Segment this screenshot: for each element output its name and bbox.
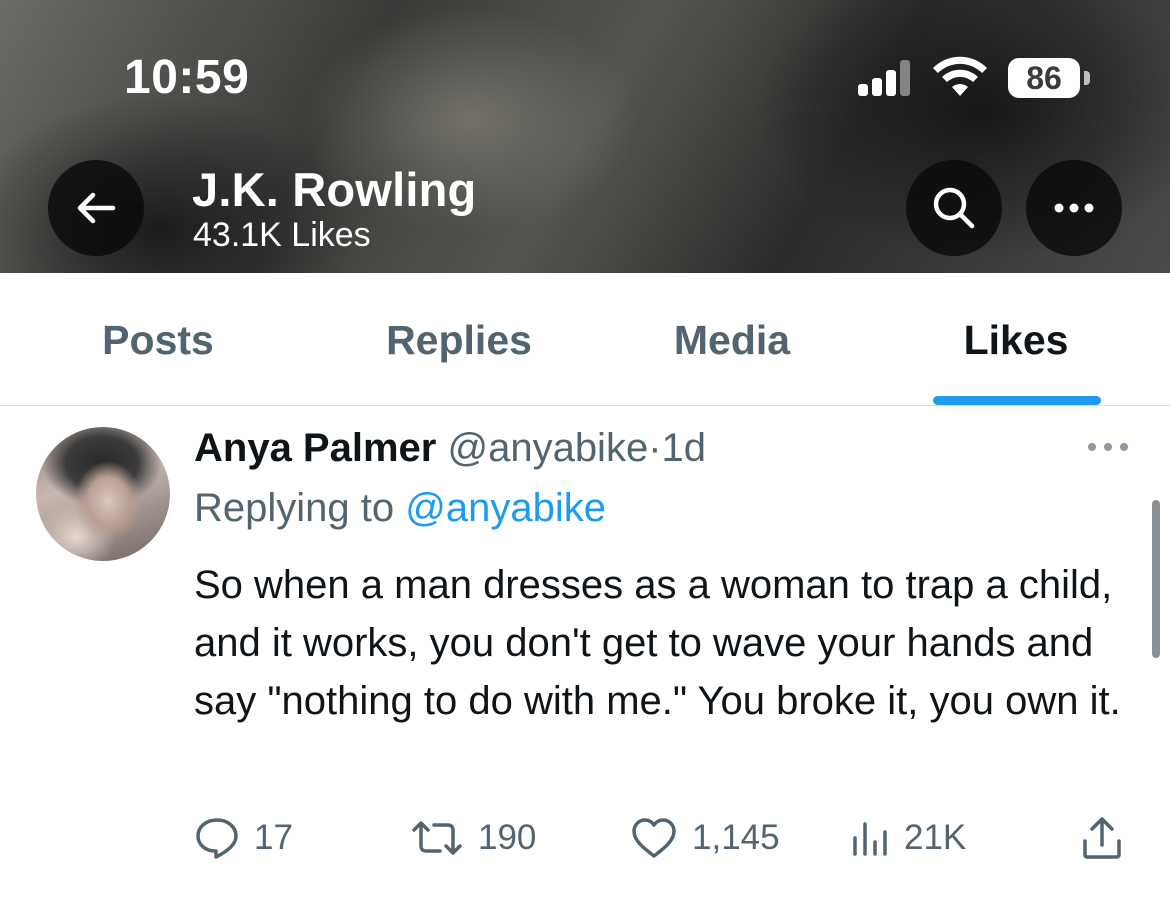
tweet-time[interactable]: 1d — [662, 426, 707, 470]
meta-separator: · — [648, 426, 662, 470]
replying-to-handle[interactable]: @anyabike — [405, 486, 606, 530]
repost-button[interactable]: 190 — [410, 810, 536, 866]
search-button[interactable] — [906, 160, 1002, 256]
status-time: 10:59 — [124, 51, 250, 104]
views-count: 21K — [904, 818, 967, 857]
more-options-button[interactable] — [1026, 160, 1122, 256]
profile-likes-count: 43.1K Likes — [193, 216, 371, 254]
tab-replies[interactable]: Replies — [386, 317, 532, 364]
share-icon — [1083, 817, 1121, 859]
arrow-left-icon — [77, 192, 116, 224]
wifi-icon — [933, 56, 987, 96]
search-icon — [933, 187, 975, 229]
author-handle[interactable]: @anyabike — [447, 426, 648, 470]
avatar[interactable] — [36, 427, 170, 561]
profile-name: J.K. Rowling — [192, 163, 477, 216]
views-chart-icon — [853, 822, 887, 856]
battery-level: 86 — [1026, 59, 1062, 96]
battery-nub — [1084, 71, 1090, 85]
more-horizontal-icon — [1054, 203, 1094, 213]
like-count: 1,145 — [692, 818, 780, 857]
back-button[interactable] — [48, 160, 144, 256]
replying-to-prefix: Replying to — [194, 486, 395, 530]
profile-header: 10:59 86 J.K. Rowling 43.1K Likes — [0, 0, 1170, 273]
repost-icon — [412, 821, 462, 855]
author-name[interactable]: Anya Palmer — [194, 426, 436, 470]
profile-tabs: Posts Replies Media Likes — [0, 273, 1170, 406]
tab-posts[interactable]: Posts — [102, 317, 214, 364]
tab-media[interactable]: Media — [674, 317, 790, 364]
views-button[interactable]: 21K — [850, 810, 966, 866]
tab-likes[interactable]: Likes — [964, 317, 1069, 364]
repost-count: 190 — [478, 818, 537, 857]
cellular-signal-icon — [858, 60, 914, 96]
like-button[interactable]: 1,145 — [630, 810, 780, 866]
replying-to: Replying to @anyabike — [194, 486, 606, 531]
tweet-actions: 17 190 1,145 21K — [0, 810, 1170, 870]
active-tab-indicator — [933, 396, 1101, 405]
comment-icon — [196, 818, 238, 859]
reply-count: 17 — [254, 818, 293, 857]
scrollbar[interactable] — [1152, 500, 1160, 658]
share-button[interactable] — [1080, 810, 1124, 866]
tweet-more-icon[interactable] — [1086, 440, 1130, 454]
reply-button[interactable]: 17 — [194, 810, 293, 866]
heart-icon — [632, 818, 676, 858]
tweet-text: So when a man dresses as a woman to trap… — [194, 563, 1121, 723]
tweet-author-line: Anya Palmer @anyabike·1d — [194, 426, 706, 471]
battery-indicator: 86 — [1008, 58, 1080, 98]
